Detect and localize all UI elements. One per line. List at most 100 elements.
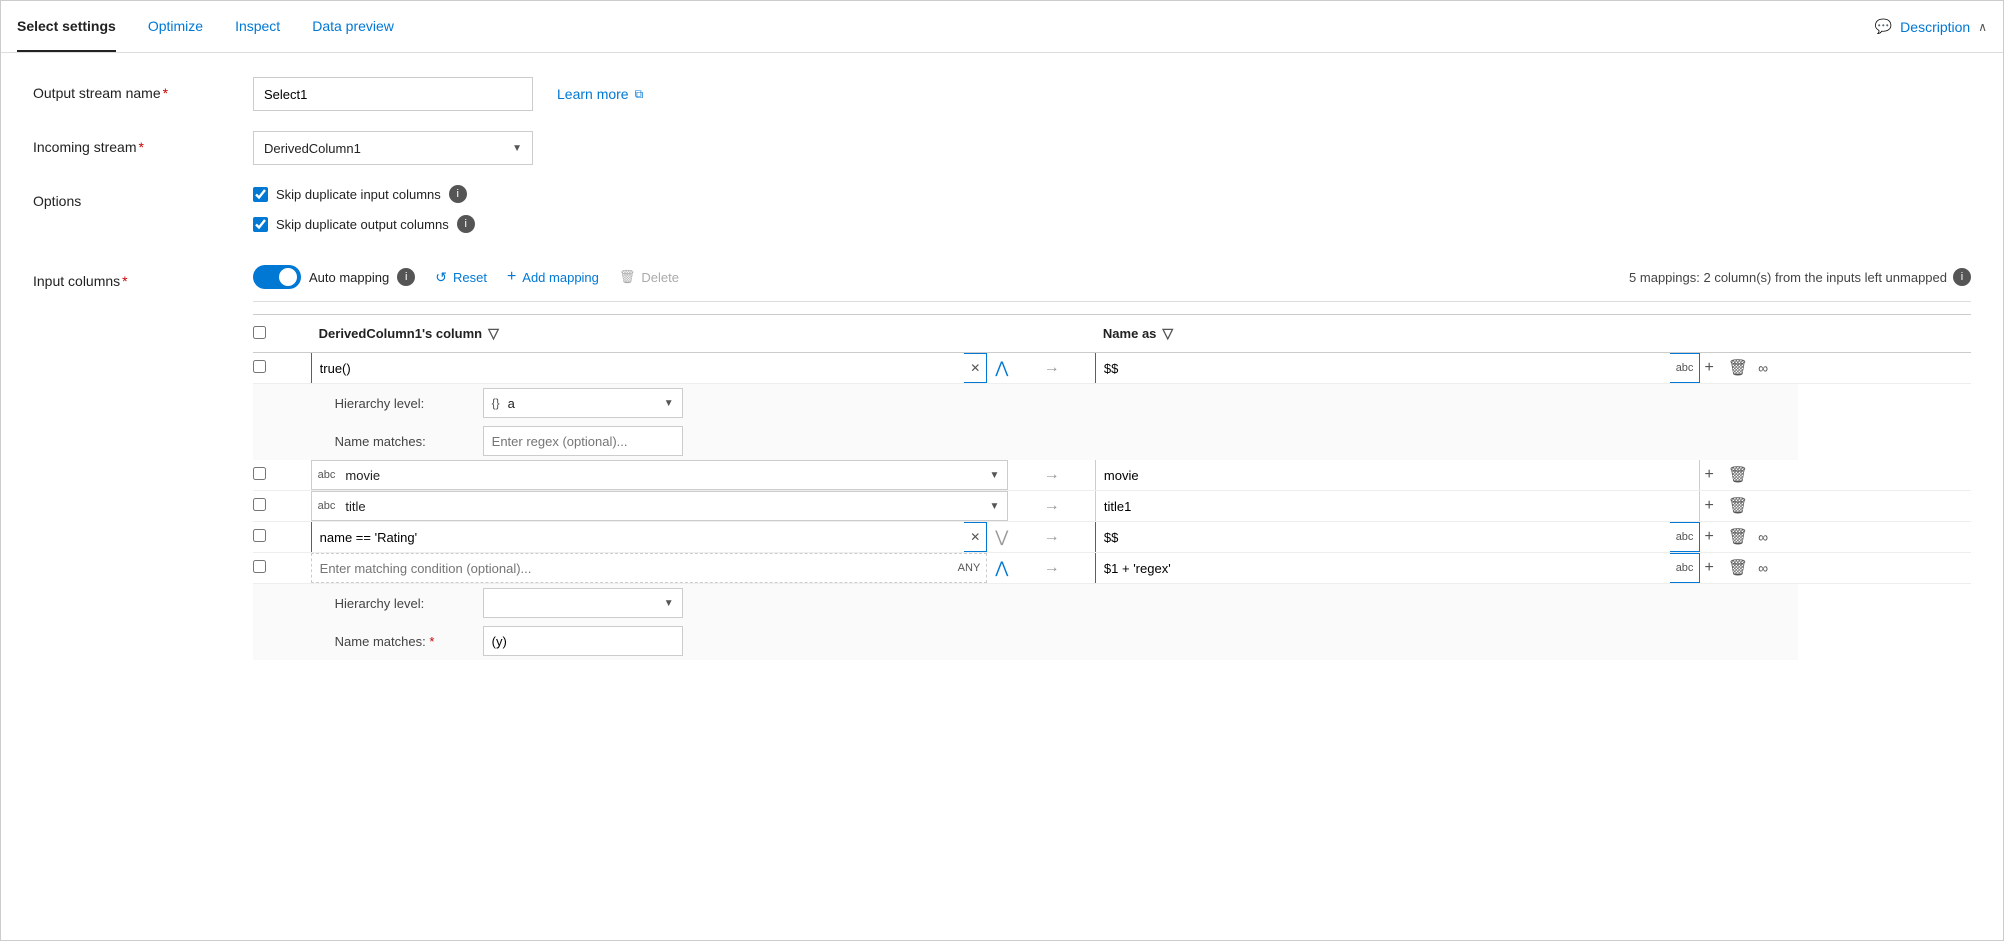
row2-checkbox[interactable] — [253, 467, 266, 480]
output-stream-name-area: Learn more ⧉ — [253, 77, 1971, 111]
row5-expand-icon[interactable]: ⋀ — [995, 558, 1008, 578]
skip-dup-input-info-icon[interactable]: i — [449, 185, 467, 203]
sub-hierarchy-level1: Hierarchy level: {} a ▼ — [311, 384, 1009, 423]
row4-link-icon[interactable]: ∞ — [1758, 529, 1768, 545]
reset-button[interactable]: ↺ Reset — [435, 269, 487, 286]
incoming-stream-dropdown[interactable]: DerivedColumn1 ▼ — [253, 131, 533, 165]
row1-nameas: abc — [1095, 353, 1701, 384]
add-mapping-button[interactable]: + Add mapping — [507, 268, 599, 286]
row2-source: abc movie ▼ — [311, 460, 1009, 491]
skip-dup-output-info-icon[interactable]: i — [457, 215, 475, 233]
row2-check — [253, 460, 311, 491]
tab-inspect[interactable]: Inspect — [235, 2, 280, 52]
row5-any-badge: ANY — [952, 562, 987, 574]
row5-nameas-abc: abc — [1670, 562, 1700, 574]
hierarchy-level-label5: Hierarchy level: — [335, 596, 475, 611]
output-stream-name-input[interactable] — [253, 77, 533, 111]
row2-add-button[interactable]: + — [1700, 464, 1717, 486]
row2-nameas — [1095, 460, 1701, 491]
auto-mapping-toggle[interactable] — [253, 265, 301, 289]
row5-nameas-input[interactable] — [1096, 553, 1670, 583]
row3-delete-button[interactable]: 🗑 — [1724, 494, 1752, 518]
sub5-empty4 — [1700, 584, 1798, 623]
row2-nameas-input[interactable] — [1096, 460, 1700, 490]
row1-link-icon[interactable]: ∞ — [1758, 360, 1768, 376]
main-content: Output stream name* Learn more ⧉ Incomin… — [1, 53, 2003, 704]
row3-dropdown-icon[interactable]: ▼ — [982, 501, 1008, 512]
external-link-icon: ⧉ — [635, 87, 644, 102]
options-area: Skip duplicate input columns i Skip dupl… — [253, 185, 1971, 245]
row4-checkbox[interactable] — [253, 529, 266, 542]
row1-arrow: → — [1008, 353, 1095, 384]
row5-arrow: → — [1008, 553, 1095, 584]
delete-button[interactable]: 🗑 Delete — [619, 269, 679, 285]
tab-data-preview[interactable]: Data preview — [312, 2, 394, 52]
row4-close-icon[interactable]: ✕ — [964, 530, 986, 544]
tab-optimize[interactable]: Optimize — [148, 2, 203, 52]
sub5-nm-empty1 — [253, 622, 311, 660]
row1-nameas-input[interactable] — [1096, 353, 1670, 383]
header-check-cell — [253, 315, 311, 353]
row3-checkbox[interactable] — [253, 498, 266, 511]
table-row-sub-hierarchy1: Hierarchy level: {} a ▼ — [253, 384, 1971, 423]
tab-select-settings[interactable]: Select settings — [17, 2, 116, 52]
row4-source-input[interactable] — [312, 522, 965, 552]
sub-nm-empty3 — [1095, 422, 1701, 460]
table-row-sub-hierarchy5: Hierarchy level: ▼ — [253, 584, 1971, 623]
auto-mapping-info-icon[interactable]: i — [397, 268, 415, 286]
filter-icon-nameas[interactable]: ▽ — [1162, 325, 1173, 342]
row1-source-input[interactable] — [312, 353, 965, 383]
row1-checkbox[interactable] — [253, 360, 266, 373]
row5-nameas: abc — [1095, 553, 1701, 584]
row1-delete-button[interactable]: 🗑 — [1724, 356, 1752, 380]
row5-check — [253, 553, 311, 584]
row4-expand-icon[interactable]: ⋁ — [995, 527, 1008, 547]
row1-source: ✕ ⋀ — [311, 353, 1009, 384]
filter-icon-source[interactable]: ▽ — [488, 325, 499, 342]
row1-add-button[interactable]: + — [1700, 357, 1717, 379]
incoming-stream-label: Incoming stream* — [33, 131, 253, 155]
description-button[interactable]: 💬 Description ∧ — [1875, 18, 1987, 35]
row5-source-input[interactable] — [312, 561, 952, 576]
row3-add-button[interactable]: + — [1700, 495, 1717, 517]
learn-more-label: Learn more — [557, 86, 629, 102]
row4-nameas-input[interactable] — [1096, 522, 1670, 552]
select-all-checkbox[interactable] — [253, 326, 266, 339]
row5-add-button[interactable]: + — [1700, 557, 1717, 579]
row4-delete-button[interactable]: 🗑 — [1724, 525, 1752, 549]
header-filter-cell — [945, 315, 1008, 353]
sub5-namematches: Name matches: * — [311, 622, 1009, 660]
row2-dropdown-icon[interactable]: ▼ — [982, 470, 1008, 481]
row1-close-icon[interactable]: ✕ — [964, 361, 986, 375]
row3-actions: + 🗑 — [1700, 491, 1798, 522]
sub-nm-empty1 — [253, 422, 311, 460]
row5-link-icon[interactable]: ∞ — [1758, 560, 1768, 576]
row4-add-button[interactable]: + — [1700, 526, 1717, 548]
required-star2: * — [138, 139, 143, 155]
row3-nameas-input[interactable] — [1096, 491, 1700, 521]
row1-expand-icon[interactable]: ⋀ — [995, 358, 1008, 378]
row2-delete-button[interactable]: 🗑 — [1724, 463, 1752, 487]
separator — [253, 301, 1971, 302]
table-row: ✕ ⋀ → abc — [253, 353, 1971, 384]
incoming-stream-area: DerivedColumn1 ▼ — [253, 131, 1971, 165]
header-arrow-cell — [1008, 315, 1095, 353]
learn-more-link[interactable]: Learn more ⧉ — [557, 86, 643, 102]
row5-checkbox[interactable] — [253, 560, 266, 573]
skip-dup-input-checkbox[interactable] — [253, 187, 268, 202]
mapping-info-icon[interactable]: i — [1953, 268, 1971, 286]
name-matches-input1[interactable] — [483, 426, 683, 456]
row5-delete-button[interactable]: 🗑 — [1724, 556, 1752, 580]
name-matches-label1: Name matches: — [335, 434, 475, 449]
hierarchy-dropdown-icon1[interactable]: ▼ — [656, 398, 682, 409]
name-matches-input5[interactable] — [483, 626, 683, 656]
skip-dup-output-checkbox[interactable] — [253, 217, 268, 232]
row4-check — [253, 522, 311, 553]
reset-icon: ↺ — [435, 269, 447, 286]
input-columns-area: Auto mapping i ↺ Reset + Add mapping 🗑 D… — [253, 265, 1971, 660]
add-mapping-label: Add mapping — [522, 270, 599, 285]
input-columns-row: Input columns* Auto mapping i — [33, 265, 1971, 660]
skip-dup-input-label: Skip duplicate input columns — [276, 187, 441, 202]
row3-source: abc title ▼ — [311, 491, 1009, 522]
hierarchy-dropdown-icon5[interactable]: ▼ — [656, 598, 682, 609]
